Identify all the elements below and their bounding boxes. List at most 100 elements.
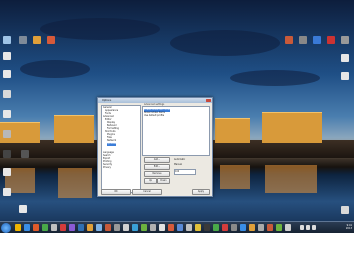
cancel-button[interactable]: Cancel — [132, 189, 162, 195]
clock[interactable]: 9:41 2013 — [346, 224, 352, 230]
settings-list[interactable]: Enable advanced mode Show hidden items U… — [142, 106, 210, 156]
app-icon[interactable] — [240, 224, 246, 231]
desktop-icon[interactable] — [30, 36, 44, 44]
app-icon — [47, 36, 55, 44]
desktop-icon[interactable] — [338, 54, 352, 62]
desktop-icon[interactable] — [296, 36, 310, 44]
file-icon — [3, 90, 11, 98]
app-icon[interactable] — [69, 224, 75, 231]
app-icon[interactable] — [213, 224, 219, 231]
app-icon[interactable] — [60, 224, 66, 231]
app-icon — [21, 150, 29, 158]
file-icon — [19, 205, 27, 213]
app-icon[interactable] — [87, 224, 93, 231]
app-icon[interactable] — [141, 224, 147, 231]
app-icon — [299, 36, 307, 44]
desktop-icon[interactable] — [0, 70, 14, 78]
app-icon[interactable] — [96, 224, 102, 231]
building — [262, 112, 322, 143]
app-icon[interactable] — [258, 224, 264, 231]
option-manual[interactable]: Manual — [174, 163, 182, 166]
desktop-icon[interactable] — [16, 36, 30, 44]
app-icon[interactable] — [267, 224, 273, 231]
file-icon — [3, 70, 11, 78]
app-icon[interactable] — [276, 224, 282, 231]
app-icon[interactable] — [249, 224, 255, 231]
cloud — [40, 18, 160, 40]
app-icon[interactable] — [42, 224, 48, 231]
file-icon — [3, 130, 11, 138]
network-icon[interactable] — [300, 225, 304, 230]
app-icon — [3, 150, 11, 158]
edit-button[interactable]: Edit... — [144, 164, 170, 170]
list-row[interactable]: Use default profile — [144, 114, 164, 118]
file-icon — [341, 72, 349, 80]
file-icon — [3, 188, 11, 196]
clock-date: 2013 — [345, 227, 352, 230]
ok-button[interactable]: OK — [101, 189, 131, 195]
options-tree[interactable]: General Appearance Fonts Advanced Editor… — [101, 105, 141, 193]
desktop-icon[interactable] — [0, 188, 14, 196]
down-button[interactable]: Down — [157, 178, 170, 184]
desktop-icon[interactable] — [0, 90, 14, 98]
add-button[interactable]: Add... — [144, 157, 170, 163]
start-button[interactable] — [1, 223, 11, 233]
app-icon[interactable] — [51, 224, 57, 231]
app-icon[interactable] — [159, 224, 165, 231]
desktop-icon[interactable] — [0, 52, 14, 60]
desktop-icon[interactable] — [0, 110, 14, 118]
app-icon[interactable] — [285, 224, 291, 231]
desktop-icon[interactable] — [0, 150, 14, 158]
desktop-icon[interactable] — [18, 150, 32, 158]
water-reflection — [265, 165, 317, 193]
app-icon[interactable] — [186, 224, 192, 231]
app-icon[interactable] — [123, 224, 129, 231]
computer-icon — [3, 36, 11, 44]
desktop-icon[interactable] — [310, 36, 324, 44]
app-icon[interactable] — [177, 224, 183, 231]
app-icon[interactable] — [33, 224, 39, 231]
volume-icon[interactable] — [306, 225, 310, 230]
app-icon[interactable] — [222, 224, 228, 231]
app-icon — [313, 36, 321, 44]
close-button[interactable] — [206, 98, 211, 102]
app-icon[interactable] — [204, 224, 210, 231]
app-icon[interactable] — [195, 224, 201, 231]
value-field[interactable]: 100 — [174, 169, 196, 175]
browser-icon[interactable] — [24, 224, 30, 231]
tree-item[interactable]: Privacy — [103, 166, 111, 170]
desktop-icon[interactable] — [44, 36, 58, 44]
option-automatic[interactable]: Automatic — [174, 158, 185, 161]
cloud — [230, 70, 320, 86]
app-icon[interactable] — [132, 224, 138, 231]
dialog-title: Options — [102, 99, 112, 102]
app-icon[interactable] — [150, 224, 156, 231]
building — [215, 118, 250, 143]
cloud — [20, 60, 90, 78]
app-icon[interactable] — [78, 224, 84, 231]
remove-button[interactable]: Remove — [144, 171, 170, 177]
desktop-icon[interactable] — [0, 168, 14, 176]
app-icon[interactable] — [168, 224, 174, 231]
flag-icon[interactable] — [312, 225, 316, 230]
desktop-icon[interactable] — [0, 36, 14, 44]
app-icon[interactable] — [114, 224, 120, 231]
apply-button[interactable]: Apply — [192, 189, 210, 195]
desktop-icon[interactable] — [16, 205, 30, 213]
blank-area — [0, 233, 354, 265]
desktop-icon[interactable] — [338, 72, 352, 80]
desktop-icon[interactable] — [282, 36, 296, 44]
desktop-icon[interactable] — [324, 36, 338, 44]
explorer-icon[interactable] — [15, 224, 21, 231]
app-icon[interactable] — [105, 224, 111, 231]
up-button[interactable]: Up — [144, 178, 157, 184]
desktop-icon[interactable] — [338, 206, 352, 214]
file-icon — [3, 52, 11, 60]
tree-item-selected[interactable]: Updates — [107, 142, 117, 146]
desktop-icon[interactable] — [338, 36, 352, 44]
building — [54, 115, 94, 143]
water-reflection — [58, 168, 92, 198]
desktop-icon[interactable] — [0, 130, 14, 138]
app-icon — [33, 36, 41, 44]
app-icon[interactable] — [231, 224, 237, 231]
